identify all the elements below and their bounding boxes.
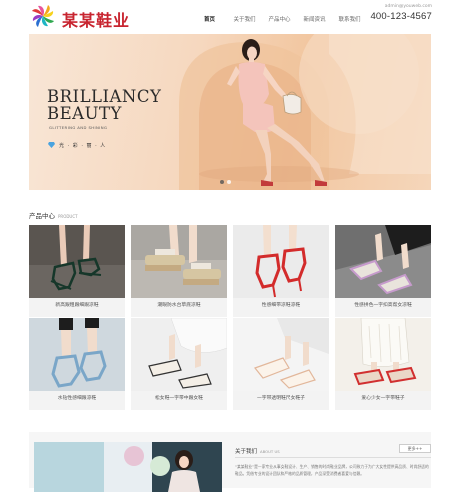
hero-banner[interactable]: BRILLIANCY BEAUTY GLITTERING AND SHINING… [29, 34, 431, 190]
products-section-title: 产品中心 PRODUCT [29, 210, 78, 220]
product-card[interactable]: 一字带透明鞋尺女鞋子 [233, 318, 329, 410]
product-card[interactable]: 性感细带凉鞋凉鞋 [233, 225, 329, 317]
banner-title-line2: BEAUTY [47, 104, 122, 123]
nav-item-home[interactable]: 首页 [192, 10, 227, 28]
diamond-icon [48, 142, 55, 148]
contact-info: admin@youweb.com 400-123-4567 [370, 4, 432, 22]
product-image[interactable] [29, 225, 125, 298]
more-button[interactable]: 更多++ [399, 444, 431, 453]
product-card[interactable]: 潮眼防水台草底凉鞋 [131, 225, 227, 317]
product-image[interactable] [335, 318, 431, 391]
contact-phone: 400-123-4567 [370, 11, 432, 22]
product-image[interactable] [131, 318, 227, 391]
about-section-title: 关于我们 ABOUT US [235, 447, 280, 455]
product-card[interactable]: 爱心少女一字带鞋子 [335, 318, 431, 410]
product-name[interactable]: 一字带透明鞋尺女鞋子 [233, 394, 329, 401]
product-image[interactable] [233, 225, 329, 298]
product-card[interactable]: 水钻性感细跟凉鞋 [29, 318, 125, 410]
product-name[interactable]: 性感拼色一字扣高帮女凉鞋 [335, 301, 431, 308]
product-card[interactable]: 性感拼色一字扣高帮女凉鞋 [335, 225, 431, 317]
about-title-en: ABOUT US [260, 449, 280, 454]
nav-item-products[interactable]: 产品中心 [262, 10, 297, 28]
about-section: 关于我们 ABOUT US 更多++ “某某鞋业”是一家专业从事女鞋设计、生产、销… [29, 432, 431, 492]
product-card[interactable]: 新高跟粗跟细跟凉鞋 [29, 225, 125, 317]
main-nav: 首页 关于我们 产品中心 新闻资讯 联系我们 [192, 10, 367, 28]
nav-item-about[interactable]: 关于我们 [227, 10, 262, 28]
product-name[interactable]: 水钻性感细跟凉鞋 [29, 394, 125, 401]
products-title: 产品中心 [29, 212, 55, 220]
banner-subtitle: GLITTERING AND SHINING [49, 125, 108, 130]
product-name[interactable]: 潮眼防水台草底凉鞋 [131, 301, 227, 308]
product-name[interactable]: 松女鞋一字带中跟女鞋 [131, 394, 227, 401]
slider-dot-2[interactable] [227, 180, 231, 184]
nav-item-news[interactable]: 新闻资讯 [297, 10, 332, 28]
products-title-en: PRODUCT [58, 214, 78, 219]
product-image[interactable] [29, 318, 125, 391]
product-image[interactable] [335, 225, 431, 298]
product-image[interactable] [233, 318, 329, 391]
product-card[interactable]: 松女鞋一字带中跟女鞋 [131, 318, 227, 410]
about-title: 关于我们 [235, 449, 258, 455]
product-name[interactable]: 性感细带凉鞋凉鞋 [233, 301, 329, 308]
about-image [34, 442, 222, 492]
product-image[interactable] [131, 225, 227, 298]
nav-item-contact[interactable]: 联系我们 [332, 10, 367, 28]
divider [235, 457, 431, 458]
rainbow-swirl-logo-icon[interactable] [30, 3, 56, 29]
brand-name[interactable]: 某某鞋业 [62, 7, 130, 31]
product-name[interactable]: 新高跟粗跟细跟凉鞋 [29, 301, 125, 308]
slider-pagination [220, 180, 231, 184]
slider-dot-1[interactable] [220, 180, 224, 184]
contact-email[interactable]: admin@youweb.com [370, 4, 432, 9]
product-name[interactable]: 爱心少女一字带鞋子 [335, 394, 431, 401]
banner-tagline: 光 · 彩 · 丽 · 人 [59, 143, 107, 149]
about-text: “某某鞋业”是一家专业从事女鞋设计、生产、销售的时尚鞋业品牌，公司致力于为广大女… [235, 464, 429, 476]
site-header: 某某鞋业 首页 关于我们 产品中心 新闻资讯 联系我们 admin@youweb… [0, 0, 460, 32]
